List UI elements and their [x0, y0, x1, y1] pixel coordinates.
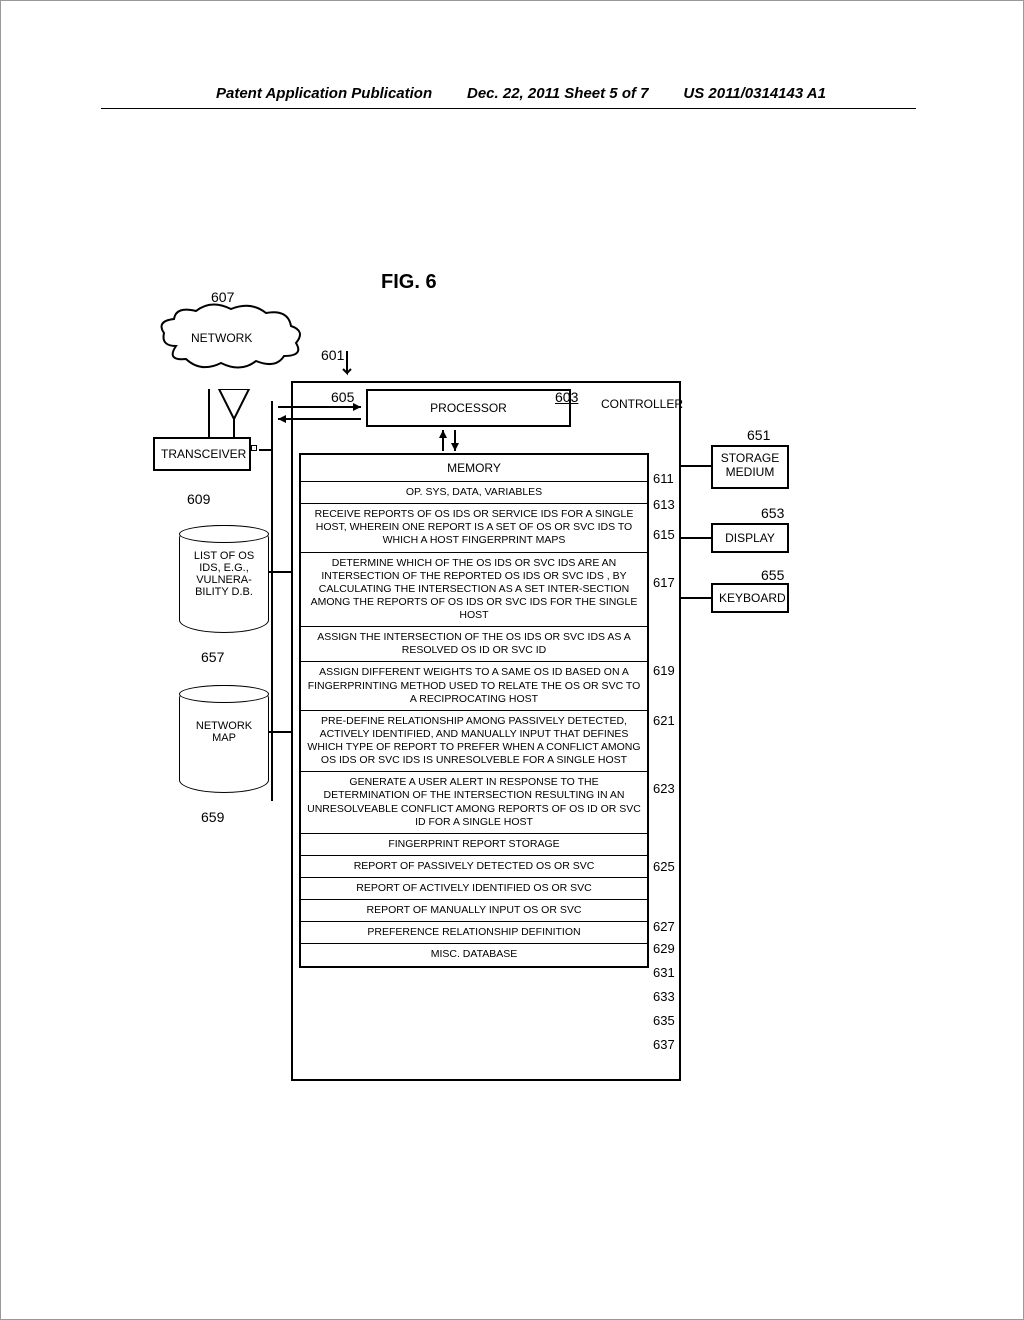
ref-653: 653	[761, 505, 784, 521]
processor-label: PROCESSOR	[430, 401, 507, 415]
os-id-db-cylinder: LIST OF OS IDS, E.G., VULNERA-BILITY D.B…	[179, 525, 269, 633]
ref-617: 617	[653, 575, 675, 590]
ref-651: 651	[747, 427, 770, 443]
ref-655: 655	[761, 567, 784, 583]
ref-613: 613	[653, 497, 675, 512]
display-box: DISPLAY	[711, 523, 789, 553]
memory-row-predefine: PRE-DEFINE RELATIONSHIP AMONG PASSIVELY …	[301, 710, 647, 772]
display-label: DISPLAY	[725, 531, 775, 545]
memory-row-assign-intersection: ASSIGN THE INTERSECTION OF THE OS IDS OR…	[301, 626, 647, 661]
memory-row-fingerprint-storage: FINGERPRINT REPORT STORAGE	[301, 833, 647, 855]
transceiver-box: TRANSCEIVER	[153, 437, 251, 471]
memory-row-opsys: OP. SYS, DATA, VARIABLES	[301, 481, 647, 503]
transceiver-label: TRANSCEIVER	[161, 447, 246, 461]
ref-621: 621	[653, 713, 675, 728]
memory-row-preference: PREFERENCE RELATIONSHIP DEFINITION	[301, 921, 647, 943]
memory-row-manual-report: REPORT OF MANUALLY INPUT OS OR SVC	[301, 899, 647, 921]
figure-title: FIG. 6	[381, 271, 437, 294]
network-label: NETWORK	[191, 331, 252, 345]
processor-box: PROCESSOR	[366, 389, 571, 427]
header-left: Patent Application Publication	[216, 85, 432, 102]
bus-line	[271, 401, 273, 801]
memory-row-assign-weights: ASSIGN DIFFERENT WEIGHTS TO A SAME OS ID…	[301, 661, 647, 709]
ref-633: 633	[653, 989, 675, 1004]
memory-row-misc-db: MISC. DATABASE	[301, 943, 647, 965]
header-right: US 2011/0314143 A1	[683, 85, 826, 102]
memory-box: MEMORY OP. SYS, DATA, VARIABLES RECEIVE …	[299, 453, 649, 968]
memory-row-passive-report: REPORT OF PASSIVELY DETECTED OS OR SVC	[301, 855, 647, 877]
memory-row-generate-alert: GENERATE A USER ALERT IN RESPONSE TO THE…	[301, 771, 647, 833]
bus-stub	[259, 449, 271, 451]
controller-label: CONTROLLER	[601, 397, 683, 411]
bus-stub	[269, 571, 291, 573]
ref-615: 615	[653, 527, 675, 542]
ref-619: 619	[653, 663, 675, 678]
network-map-cylinder: NETWORK MAP	[179, 685, 269, 793]
network-map-label: NETWORK MAP	[184, 720, 264, 744]
ref-625: 625	[653, 859, 675, 874]
memory-row-determine: DETERMINE WHICH OF THE OS IDS OR SVC IDS…	[301, 552, 647, 627]
header-center: Dec. 22, 2011 Sheet 5 of 7	[467, 85, 649, 102]
connector-line	[681, 597, 711, 599]
ref-631: 631	[653, 965, 675, 980]
memory-row-active-report: REPORT OF ACTIVELY IDENTIFIED OS OR SVC	[301, 877, 647, 899]
ref-627: 627	[653, 919, 675, 934]
ref-637: 637	[653, 1037, 675, 1052]
ref-635: 635	[653, 1013, 675, 1028]
storage-medium-label: STORAGE MEDIUM	[721, 451, 779, 479]
ref-657: 657	[201, 649, 224, 665]
ref-609: 609	[187, 491, 210, 507]
connector-line	[681, 537, 711, 539]
memory-label: MEMORY	[301, 455, 647, 481]
ref-659: 659	[201, 809, 224, 825]
ref-arrow-icon	[341, 349, 365, 388]
transceiver-port	[251, 445, 257, 451]
ref-623: 623	[653, 781, 675, 796]
ref-629: 629	[653, 941, 675, 956]
arrow-icon	[273, 399, 367, 434]
page: Patent Application Publication Dec. 22, …	[0, 0, 1024, 1320]
ref-611: 611	[653, 471, 674, 486]
memory-row-receive: RECEIVE REPORTS OF OS IDS OR SERVICE IDS…	[301, 503, 647, 551]
connector-line	[681, 465, 711, 467]
keyboard-box: KEYBOARD	[711, 583, 789, 613]
os-id-db-label: LIST OF OS IDS, E.G., VULNERA-BILITY D.B…	[184, 550, 264, 598]
antenna-icon	[199, 389, 259, 437]
page-header: Patent Application Publication Dec. 22, …	[101, 85, 916, 109]
storage-medium-box: STORAGE MEDIUM	[711, 445, 789, 489]
bus-stub	[269, 731, 291, 733]
keyboard-label: KEYBOARD	[719, 591, 786, 605]
